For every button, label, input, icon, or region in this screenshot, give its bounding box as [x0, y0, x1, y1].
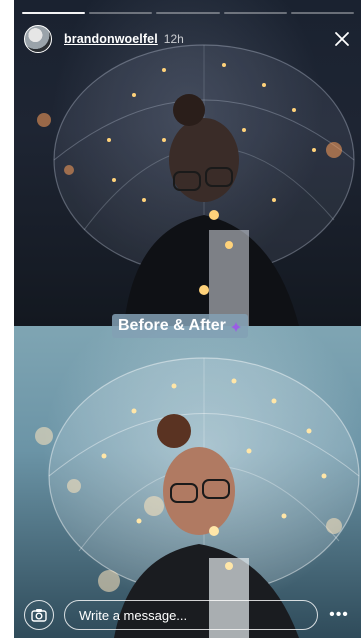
progress-segment [156, 12, 220, 14]
close-button[interactable] [332, 29, 352, 49]
progress-segment [223, 12, 287, 14]
avatar[interactable] [24, 25, 52, 53]
close-icon [335, 32, 349, 46]
camera-icon [31, 609, 47, 622]
progress-segment [290, 12, 355, 14]
more-icon: ••• [329, 606, 349, 623]
caption-sticker: Before & After [112, 314, 248, 338]
story-header: brandonwoelfel 12h [24, 22, 352, 56]
caption-text: Before & After [118, 317, 226, 334]
progress-segment [89, 12, 153, 14]
post-time: 12h [163, 32, 184, 46]
after-photo [14, 326, 361, 638]
more-options-button[interactable]: ••• [324, 607, 354, 623]
username-link[interactable]: brandonwoelfel [64, 32, 158, 46]
camera-button[interactable] [24, 600, 54, 630]
sparkle-icon [230, 320, 242, 332]
story-progress [22, 12, 355, 14]
story-footer: Write a message... ••• [22, 598, 354, 632]
message-input[interactable]: Write a message... [64, 600, 318, 630]
progress-segment [22, 12, 86, 14]
story-viewer[interactable]: brandonwoelfel 12h Before & After Write … [14, 0, 361, 638]
after-photo-art [35, 357, 360, 638]
